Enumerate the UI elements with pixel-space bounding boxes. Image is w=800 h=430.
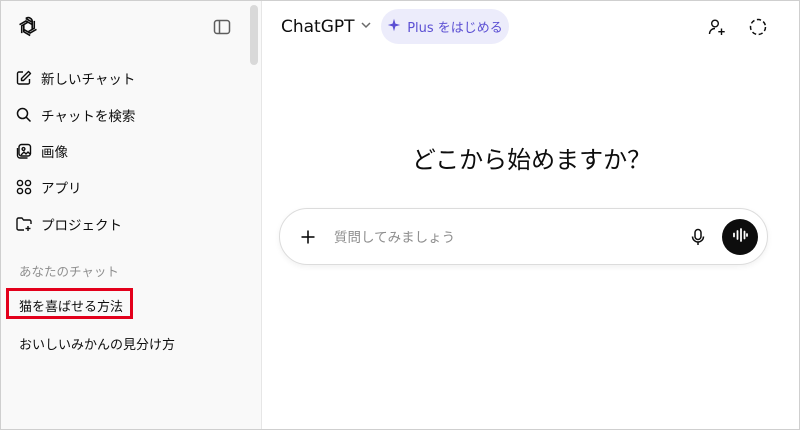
- project-folder-icon: [15, 215, 33, 233]
- prompt-input[interactable]: [334, 227, 664, 249]
- sidebar-item-label: 新しいチャット: [41, 72, 136, 88]
- temporary-chat-icon[interactable]: [747, 16, 769, 38]
- upgrade-plus-button[interactable]: Plus をはじめる: [381, 9, 509, 44]
- sidebar-toggle-icon[interactable]: [212, 17, 232, 37]
- model-selector-button[interactable]: ChatGPT: [281, 14, 373, 40]
- highlight-annotation-box: [6, 288, 133, 319]
- sidebar-item-label: アプリ: [41, 181, 82, 197]
- add-attachment-icon[interactable]: [298, 227, 318, 247]
- chat-history-item[interactable]: おいしいみかんの見分け方: [19, 334, 175, 353]
- sidebar-item-label: 画像: [41, 145, 68, 161]
- sidebar-item-projects[interactable]: プロジェクト: [15, 209, 245, 239]
- chat-composer: [279, 208, 768, 265]
- sidebar-item-search[interactable]: チャットを検索: [15, 100, 245, 130]
- chevron-down-icon: [359, 17, 373, 37]
- add-people-icon[interactable]: [706, 16, 728, 38]
- voice-mode-button[interactable]: [722, 219, 758, 255]
- sparkle-icon: [387, 18, 401, 36]
- page-headline: どこから始めますか？: [411, 146, 652, 174]
- upgrade-plus-label: Plus をはじめる: [407, 21, 503, 36]
- search-icon: [15, 106, 33, 124]
- model-label: ChatGPT: [281, 17, 355, 37]
- image-icon: [15, 142, 33, 160]
- sidebar-item-apps[interactable]: アプリ: [15, 172, 245, 202]
- sidebar-item-label: チャットを検索: [41, 109, 136, 125]
- sidebar-item-label: プロジェクト: [41, 218, 122, 234]
- sidebar-item-images[interactable]: 画像: [15, 136, 245, 166]
- apps-icon: [15, 178, 33, 196]
- sidebar-item-new-chat[interactable]: 新しいチャット: [15, 63, 245, 93]
- sidebar-scrollbar[interactable]: [250, 5, 258, 65]
- waveform-icon: [731, 226, 749, 248]
- microphone-icon[interactable]: [687, 226, 709, 248]
- new-chat-icon: [15, 69, 33, 87]
- section-label-your-chats: あなたのチャット: [19, 264, 119, 279]
- sidebar: 新しいチャット チャットを検索 画像 アプリ プロジェクト あなたのチャット 猫…: [1, 1, 262, 429]
- openai-logo-icon[interactable]: [16, 15, 40, 39]
